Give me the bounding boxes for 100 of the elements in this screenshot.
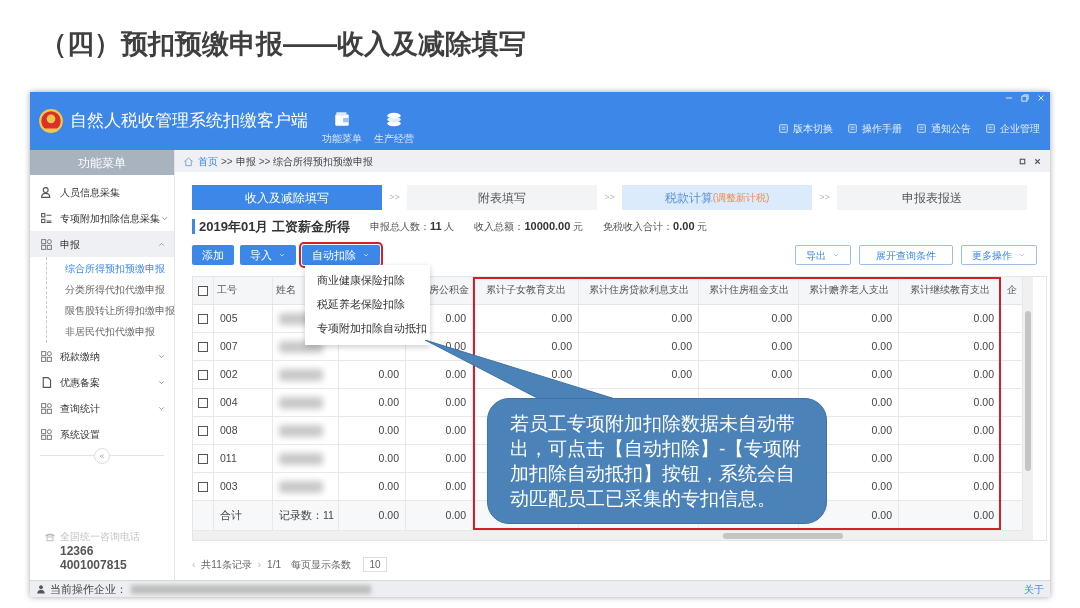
sidebar-subitem[interactable]: 分类所得代扣代缴申报 (47, 279, 174, 300)
app-title: 自然人税收管理系统扣缴客户端 (70, 110, 308, 133)
table-cell-text: 0.00 (973, 478, 994, 494)
column-header[interactable]: 房公积金 (429, 283, 469, 298)
table-cell-text: 0.00 (771, 338, 792, 354)
toolbar-button[interactable]: 添加 (192, 245, 234, 265)
table-cell-text: 011 (220, 450, 237, 466)
vertical-scrollbar[interactable] (1023, 277, 1033, 540)
checkbox[interactable] (198, 481, 208, 492)
table-cell-text: 0.00 (973, 394, 994, 410)
step-tab[interactable]: 附表填写 (407, 185, 597, 210)
table-cell-text: 0.00 (871, 338, 892, 354)
close-icon[interactable] (1033, 156, 1042, 166)
toolbar-button[interactable]: 导出 (795, 245, 851, 265)
restore-icon[interactable] (1020, 93, 1030, 103)
summary-item: 收入总额：10000.00 元 (474, 218, 584, 234)
header-link[interactable]: 企业管理 (985, 120, 1040, 136)
sidebar-subitem[interactable]: 非居民代扣代缴申报 (47, 321, 174, 342)
table-cell-text: 0.00 (871, 507, 892, 523)
table-cell-text: 0.00 (551, 338, 572, 354)
total-label: 记录数：11 (279, 507, 334, 523)
column-header[interactable]: 累计赡养老人支出 (808, 283, 889, 298)
column-header[interactable]: 姓名 (276, 283, 296, 298)
step-tab[interactable]: 申报表报送 (837, 185, 1027, 210)
table-cell-text: 0.00 (973, 507, 994, 523)
coin-stack-icon (385, 110, 403, 128)
column-header[interactable]: 累计继续教育支出 (909, 283, 990, 298)
table-cell-text: 0.00 (445, 478, 466, 494)
table-cell-text: 0.00 (445, 422, 466, 438)
grid-icon (40, 401, 53, 415)
table-cell-text: 0.00 (871, 478, 892, 494)
menu-item[interactable]: 专项附加扣除自动抵扣 (305, 317, 430, 341)
table-cell-text: 0.00 (973, 422, 994, 438)
table-cell-text: 0.00 (973, 338, 994, 354)
horizontal-scrollbar[interactable] (193, 531, 1023, 540)
toolbar-button[interactable]: 更多操作 (961, 245, 1037, 265)
table-cell-text: 0.00 (671, 310, 692, 326)
toolbar-button[interactable]: 展开查询条件 (859, 245, 953, 265)
phone-number: 4001007815 (59, 558, 128, 572)
checkbox[interactable] (198, 453, 208, 464)
header-link[interactable]: 操作手册 (847, 120, 902, 136)
status-label: 当前操作企业： (50, 581, 127, 597)
document-icon (985, 122, 996, 134)
step-separator: >> (818, 190, 831, 204)
sidebar-item[interactable]: 查询统计 (30, 395, 174, 421)
column-header[interactable]: 企 (1006, 283, 1017, 298)
toolbar-button[interactable]: 自动扣除 (302, 245, 380, 265)
column-header[interactable]: 累计住房租金支出 (708, 283, 789, 298)
select-all-checkbox[interactable] (198, 285, 208, 296)
table-cell-text: 002 (220, 366, 238, 382)
column-header[interactable]: 累计子女教育支出 (485, 283, 566, 298)
table-cell-text: 0.00 (871, 450, 892, 466)
column-header[interactable]: 累计住房贷款利息支出 (588, 283, 689, 298)
document-icon (847, 122, 858, 134)
sidebar-item[interactable]: 优惠备案 (30, 369, 174, 395)
checkbox[interactable] (198, 425, 208, 436)
sidebar-item[interactable]: 人员信息采集 (30, 179, 174, 205)
table-cell-text: 003 (220, 478, 238, 494)
step-separator: >> (388, 190, 401, 204)
grid-icon (40, 427, 53, 441)
sidebar-subitem[interactable]: 综合所得预扣预缴申报 (47, 258, 174, 279)
about-link[interactable]: 关于 (1024, 581, 1044, 597)
table-cell-text: 0.00 (378, 366, 399, 382)
table-cell-text: 007 (220, 338, 238, 354)
page-size-field[interactable]: 10 (363, 557, 387, 572)
table-cell-text: 0.00 (871, 422, 892, 438)
table-cell-text: 0.00 (973, 310, 994, 326)
sidebar-item[interactable]: 税款缴纳 (30, 343, 174, 369)
checkbox[interactable] (198, 313, 208, 324)
header-link[interactable]: 通知公告 (916, 120, 971, 136)
table-cell-text: 0.00 (445, 310, 466, 326)
page-size-label: 每页显示条数 (291, 558, 351, 572)
table-cell-text: 0.00 (378, 422, 399, 438)
table-cell-text: 0.00 (551, 310, 572, 326)
table-cell-text: 004 (220, 394, 238, 410)
header-link[interactable]: 版本切换 (778, 120, 833, 136)
checkbox[interactable] (198, 369, 208, 380)
sidebar-subitem[interactable]: 限售股转让所得扣缴申报 (47, 300, 174, 321)
sidebar-item[interactable]: 专项附加扣除信息采集 (30, 205, 174, 231)
table-cell-text: 0.00 (378, 507, 399, 523)
sidebar-item[interactable]: 申报 (30, 231, 174, 257)
phone-number: 12366 (59, 544, 95, 558)
table-cell-text: 0.00 (445, 394, 466, 410)
close-icon[interactable] (1036, 93, 1046, 103)
table-cell-text: 0.00 (871, 310, 892, 326)
step-tab[interactable]: 收入及减除填写 (192, 185, 382, 210)
document-icon (778, 122, 789, 134)
checkbox[interactable] (198, 341, 208, 352)
redacted-name (279, 396, 323, 409)
maximize-icon[interactable] (1018, 156, 1027, 166)
sidebar-item[interactable]: 系统设置 (30, 421, 174, 447)
person-icon (36, 584, 46, 594)
column-header[interactable]: 工号 (217, 283, 237, 298)
breadcrumb-link[interactable]: 首页 (198, 153, 218, 169)
toolbar-button[interactable]: 导入 (240, 245, 296, 265)
table-cell-text: 0.00 (771, 366, 792, 382)
checkbox[interactable] (198, 397, 208, 408)
menu-item[interactable]: 商业健康保险扣除 (305, 269, 430, 293)
menu-item[interactable]: 税延养老保险扣除 (305, 293, 430, 317)
summary-item: 免税收入合计：0.00 元 (603, 218, 708, 234)
